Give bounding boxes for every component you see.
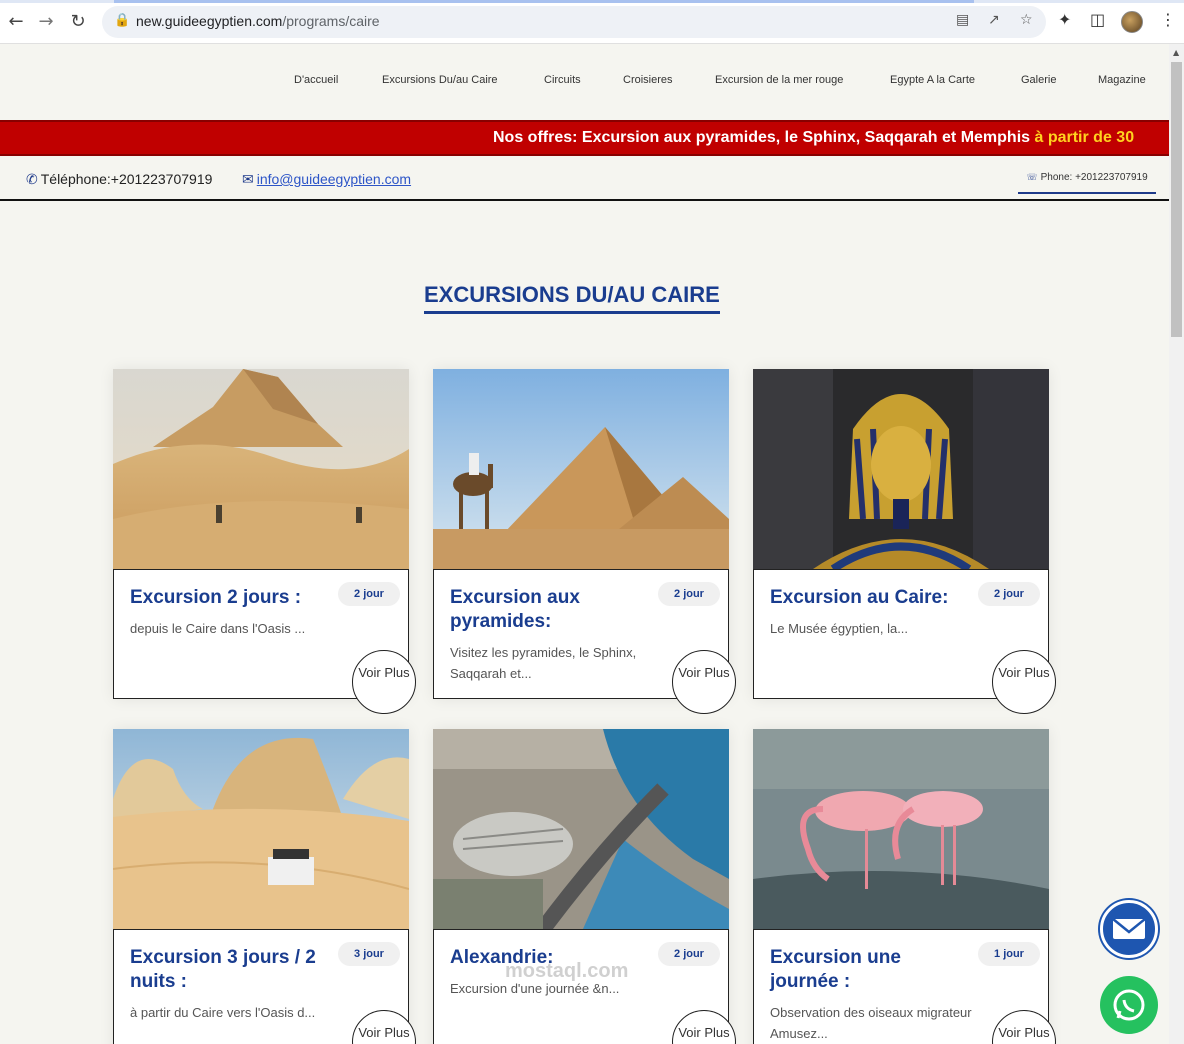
nav-item-egypte-carte[interactable]: Egypte A la Carte xyxy=(890,74,975,86)
card-image-giza-pyramids[interactable] xyxy=(433,369,729,569)
address-bar[interactable]: 🔒 new.guideegyptien.com/programs/caire ▤… xyxy=(102,6,1046,38)
card-body: Excursion aux pyramides: Visitez les pyr… xyxy=(433,569,736,714)
nav-item-mer-rouge[interactable]: Excursion de la mer rouge xyxy=(715,74,843,86)
envelope-icon xyxy=(1112,918,1146,939)
nav-item-excursions-caire[interactable]: Excursions Du/au Caire xyxy=(382,74,498,86)
whatsapp-phone-link[interactable]: ☏ Phone: +201223707919 xyxy=(1018,172,1156,194)
envelope-icon: ✉ xyxy=(242,171,254,187)
card-image-white-desert[interactable] xyxy=(113,729,409,929)
nav-item-magazine[interactable]: Magazine xyxy=(1098,74,1146,86)
voir-plus-button[interactable]: Voir Plus xyxy=(992,1010,1056,1044)
card-description: Visitez les pyramides, le Sphinx, Saqqar… xyxy=(450,645,637,681)
voir-plus-button[interactable]: Voir Plus xyxy=(352,650,416,714)
card-title[interactable]: Excursion 2 jours : xyxy=(130,586,330,610)
card-body: Excursion au Caire: Le Musée égyptien, l… xyxy=(753,569,1056,714)
duration-badge: 2 jour xyxy=(658,582,720,606)
email-text: info@guideegyptien.com xyxy=(256,171,412,187)
excursion-card[interactable]: Excursion au Caire: Le Musée égyptien, l… xyxy=(753,369,1056,714)
active-tab-indicator xyxy=(114,0,974,3)
card-title[interactable]: Excursion au Caire: xyxy=(770,586,970,610)
excursion-card[interactable]: Excursion une journée : Observation des … xyxy=(753,729,1056,1044)
extensions-puzzle-icon[interactable]: ✦ xyxy=(1058,10,1071,29)
offers-ticker: Nos offres: Excursion aux pyramides, le … xyxy=(0,120,1169,156)
menu-kebab-icon[interactable]: ⋮ xyxy=(1160,10,1176,29)
duration-badge: 1 jour xyxy=(978,942,1040,966)
share-icon[interactable]: ↗ xyxy=(988,12,1000,28)
whatsapp-icon xyxy=(1113,989,1145,1021)
whatsapp-floating-button[interactable] xyxy=(1100,976,1158,1034)
reload-icon[interactable]: ↻ xyxy=(66,10,90,34)
tab-strip xyxy=(0,0,1184,3)
excursion-card[interactable]: Excursion 3 jours / 2 nuits : à partir d… xyxy=(113,729,416,1044)
section-title: EXCURSIONS DU/AU CAIRE xyxy=(424,282,720,314)
duration-badge: 2 jour xyxy=(658,942,720,966)
duration-badge: 2 jour xyxy=(338,582,400,606)
site-navigation: D'accueil Excursions Du/au Caire Circuit… xyxy=(0,44,1169,120)
duration-badge: 3 jour xyxy=(338,942,400,966)
voir-plus-button[interactable]: Voir Plus xyxy=(352,1010,416,1044)
scrollbar-thumb[interactable] xyxy=(1171,62,1182,337)
url-host: new.guideegyptien.com xyxy=(136,13,283,29)
voir-plus-button[interactable]: Voir Plus xyxy=(672,1010,736,1044)
excursion-card[interactable]: Excursion 2 jours : depuis le Caire dans… xyxy=(113,369,416,714)
lock-icon: 🔒 xyxy=(114,13,131,28)
card-body: Excursion 3 jours / 2 nuits : à partir d… xyxy=(113,929,416,1044)
card-title[interactable]: Excursion 3 jours / 2 nuits : xyxy=(130,946,330,994)
card-body: Excursion 2 jours : depuis le Caire dans… xyxy=(113,569,416,714)
card-image-step-pyramid[interactable] xyxy=(113,369,409,569)
card-body: Excursion une journée : Observation des … xyxy=(753,929,1056,1044)
url-path: /programs/caire xyxy=(282,13,380,29)
card-description: Observation des oiseaux migrateur Amusez… xyxy=(770,1005,972,1041)
ticker-text[interactable]: Nos offres: Excursion aux pyramides, le … xyxy=(493,129,1134,147)
bookmark-star-icon[interactable]: ☆ xyxy=(1020,12,1033,28)
page-scrollbar[interactable]: ▲ xyxy=(1169,44,1184,1044)
email-floating-button[interactable] xyxy=(1100,900,1158,958)
ticker-main-text: Nos offres: Excursion aux pyramides, le … xyxy=(493,129,1035,146)
card-description: depuis le Caire dans l'Oasis ... xyxy=(130,621,306,636)
duration-badge: 2 jour xyxy=(978,582,1040,606)
voir-plus-button[interactable]: Voir Plus xyxy=(672,650,736,714)
excursion-card[interactable]: Alexandrie: Excursion d'une journée &n..… xyxy=(433,729,736,1044)
ticker-highlight: à partir de 30 xyxy=(1034,129,1135,146)
whatsapp-icon: ☏ xyxy=(1026,172,1038,182)
profile-avatar[interactable] xyxy=(1121,11,1143,33)
email-link[interactable]: ✉ info@guideegyptien.com xyxy=(242,171,411,188)
contact-bar: ✆ Téléphone:+201223707919 ✉ info@guideegyp… xyxy=(0,156,1169,201)
phone-icon: ✆ xyxy=(26,171,38,187)
phone-contact[interactable]: ✆ Téléphone:+201223707919 xyxy=(26,171,212,188)
card-image-alexandria-library[interactable] xyxy=(433,729,729,929)
card-title[interactable]: Excursion une journée : xyxy=(770,946,970,994)
scroll-up-icon[interactable]: ▲ xyxy=(1173,48,1179,57)
nav-item-croisieres[interactable]: Croisieres xyxy=(623,74,673,86)
card-body: Alexandrie: Excursion d'une journée &n..… xyxy=(433,929,736,1044)
card-image-golden-mask[interactable] xyxy=(753,369,1049,569)
nav-item-galerie[interactable]: Galerie xyxy=(1021,74,1056,86)
browser-toolbar: ← → ↻ 🔒 new.guideegyptien.com/programs/c… xyxy=(0,0,1184,44)
card-description: Le Musée égyptien, la... xyxy=(770,621,909,636)
watermark-text: mostaql.com xyxy=(505,960,629,982)
side-panel-icon[interactable]: ◫ xyxy=(1090,10,1105,29)
nav-item-circuits[interactable]: Circuits xyxy=(544,74,581,86)
phone-text: Téléphone:+201223707919 xyxy=(40,171,213,187)
card-image-flamingos[interactable] xyxy=(753,729,1049,929)
forward-arrow-icon[interactable]: → xyxy=(34,10,58,34)
nav-item-accueil[interactable]: D'accueil xyxy=(294,74,338,86)
card-description: à partir du Caire vers l'Oasis d... xyxy=(130,1005,316,1020)
url-text[interactable]: new.guideegyptien.com/programs/caire xyxy=(136,13,380,29)
whatsapp-text: Phone: +201223707919 xyxy=(1040,172,1148,183)
card-title[interactable]: Excursion aux pyramides: xyxy=(450,586,650,634)
excursion-card[interactable]: Excursion aux pyramides: Visitez les pyr… xyxy=(433,369,736,714)
back-arrow-icon[interactable]: ← xyxy=(4,10,28,34)
voir-plus-button[interactable]: Voir Plus xyxy=(992,650,1056,714)
translate-icon[interactable]: ▤ xyxy=(956,12,969,28)
